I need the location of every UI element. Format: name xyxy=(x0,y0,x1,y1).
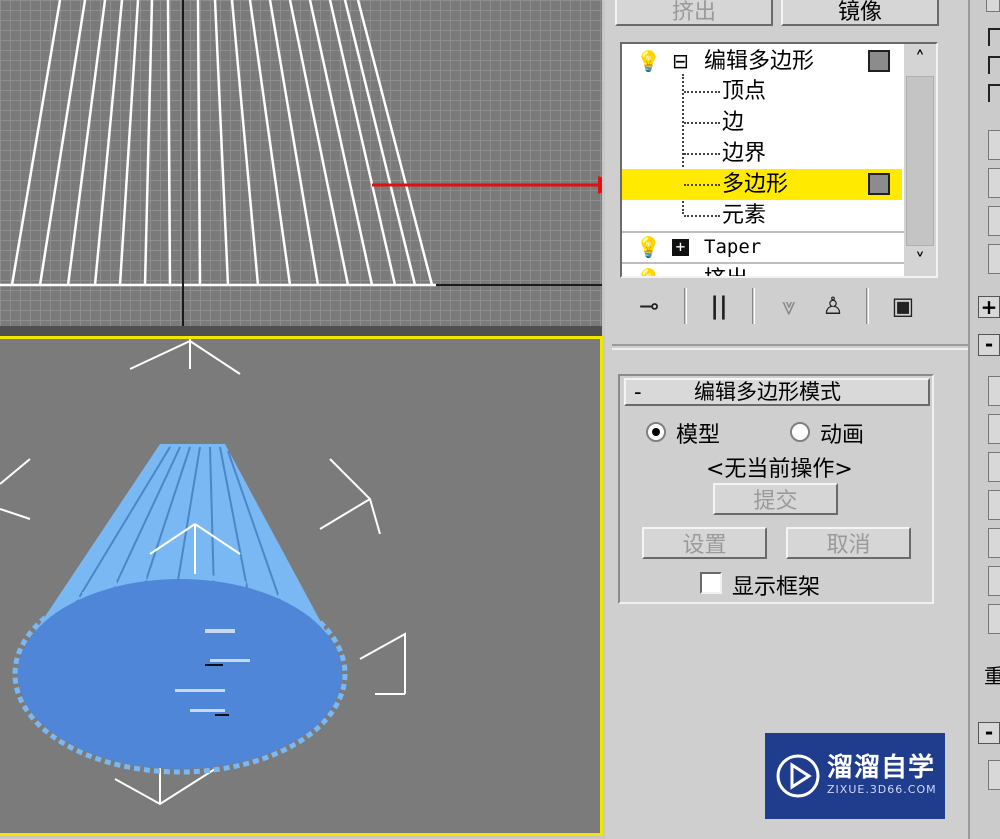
radio-animate[interactable] xyxy=(790,422,810,442)
secondary-panel-strip: + - 重 - xyxy=(968,0,1000,839)
sub-object-element[interactable]: 元素 xyxy=(622,200,902,231)
lightbulb-icon[interactable]: 💡 xyxy=(636,232,661,263)
expand-rollout-button[interactable]: + xyxy=(978,296,1000,318)
show-cage-checkbox[interactable] xyxy=(700,572,722,594)
panel-separator xyxy=(612,344,968,350)
show-end-result-icon[interactable]: || xyxy=(702,290,736,322)
modifier-stack-list[interactable]: 💡 ⊟ 编辑多边形 顶点 边 边界 多边形 元素 💡 + Taper 💡 挤出 … xyxy=(620,42,938,278)
watermark-logo: 溜溜自学 ZIXUE.3D66.COM xyxy=(765,733,945,819)
checkbox-icon[interactable] xyxy=(988,28,1000,46)
sub-object-border[interactable]: 边界 xyxy=(622,138,902,169)
perspective-viewport[interactable] xyxy=(0,336,603,836)
expand-icon[interactable]: + xyxy=(672,239,689,256)
perspective-scene xyxy=(0,339,406,806)
sub-object-label: 边界 xyxy=(722,141,767,166)
wireframe-lines xyxy=(0,0,602,326)
lightbulb-icon[interactable]: 💡 xyxy=(636,46,661,77)
stack-item-taper[interactable]: 💡 + Taper xyxy=(622,232,902,263)
scroll-down-button[interactable]: ˅ xyxy=(904,246,936,276)
mirror-button[interactable]: 镜像 xyxy=(781,0,939,26)
cancel-button[interactable]: 取消 xyxy=(786,527,911,559)
show-cage-label: 显示框架 xyxy=(732,575,821,600)
stack-scrollbar[interactable]: ˄ ˅ xyxy=(904,44,936,276)
sub-object-polygon[interactable]: 多边形 xyxy=(622,169,902,200)
settings-button[interactable]: 设置 xyxy=(642,527,767,559)
collapse-toggle[interactable]: - xyxy=(634,380,642,404)
collapse-rollout-button-2[interactable]: - xyxy=(978,722,1000,744)
sub-object-label: 元素 xyxy=(722,203,767,228)
rollout-title: 编辑多边形模式 xyxy=(694,380,841,404)
configure-modifier-sets-icon[interactable]: ▣ xyxy=(886,290,920,322)
rollout-header[interactable]: - 编辑多边形模式 xyxy=(624,378,930,406)
make-unique-icon[interactable]: ⩔ xyxy=(772,290,806,322)
checkbox-icon[interactable] xyxy=(988,56,1000,74)
stack-item-extrude[interactable]: 💡 挤出 xyxy=(622,264,902,276)
radio-model-label: 模型 xyxy=(676,423,721,448)
front-viewport[interactable] xyxy=(0,0,602,326)
weight-label: 重 xyxy=(984,664,1000,688)
modifier-color-swatch xyxy=(868,50,890,72)
stack-item-edit-poly[interactable]: 💡 ⊟ 编辑多边形 xyxy=(622,46,902,77)
collapse-icon[interactable]: ⊟ xyxy=(672,46,689,77)
checkbox-icon[interactable] xyxy=(988,84,1000,102)
modifier-color-swatch xyxy=(868,173,890,195)
radio-animate-label: 动画 xyxy=(820,423,865,448)
stack-item-label: Taper xyxy=(704,236,762,258)
play-logo-icon xyxy=(776,754,820,798)
extrude-button[interactable]: 挤出 xyxy=(615,0,773,26)
lightbulb-icon[interactable]: 💡 xyxy=(636,264,661,276)
viewport-divider xyxy=(0,326,602,336)
sub-object-label: 多边形 xyxy=(722,172,789,197)
watermark-url: ZIXUE.3D66.COM xyxy=(827,783,937,796)
scroll-thumb[interactable] xyxy=(906,76,934,246)
collapse-rollout-button[interactable]: - xyxy=(978,334,1000,356)
pin-stack-icon[interactable]: ⊸ xyxy=(632,290,666,322)
scroll-up-button[interactable]: ˄ xyxy=(904,44,936,74)
sub-object-edge[interactable]: 边 xyxy=(622,107,902,138)
radio-model[interactable] xyxy=(646,422,666,442)
stack-item-label: 挤出 xyxy=(704,264,748,276)
sub-object-vertex[interactable]: 顶点 xyxy=(622,76,902,107)
commit-button[interactable]: 提交 xyxy=(713,483,838,515)
sub-object-label: 顶点 xyxy=(722,79,767,104)
remove-modifier-icon[interactable]: ♙ xyxy=(816,290,850,322)
watermark-brand: 溜溜自学 xyxy=(827,753,936,783)
status-text: <无当前操作> xyxy=(706,457,853,482)
stack-item-label: 编辑多边形 xyxy=(704,49,815,74)
sub-object-label: 边 xyxy=(722,110,745,135)
